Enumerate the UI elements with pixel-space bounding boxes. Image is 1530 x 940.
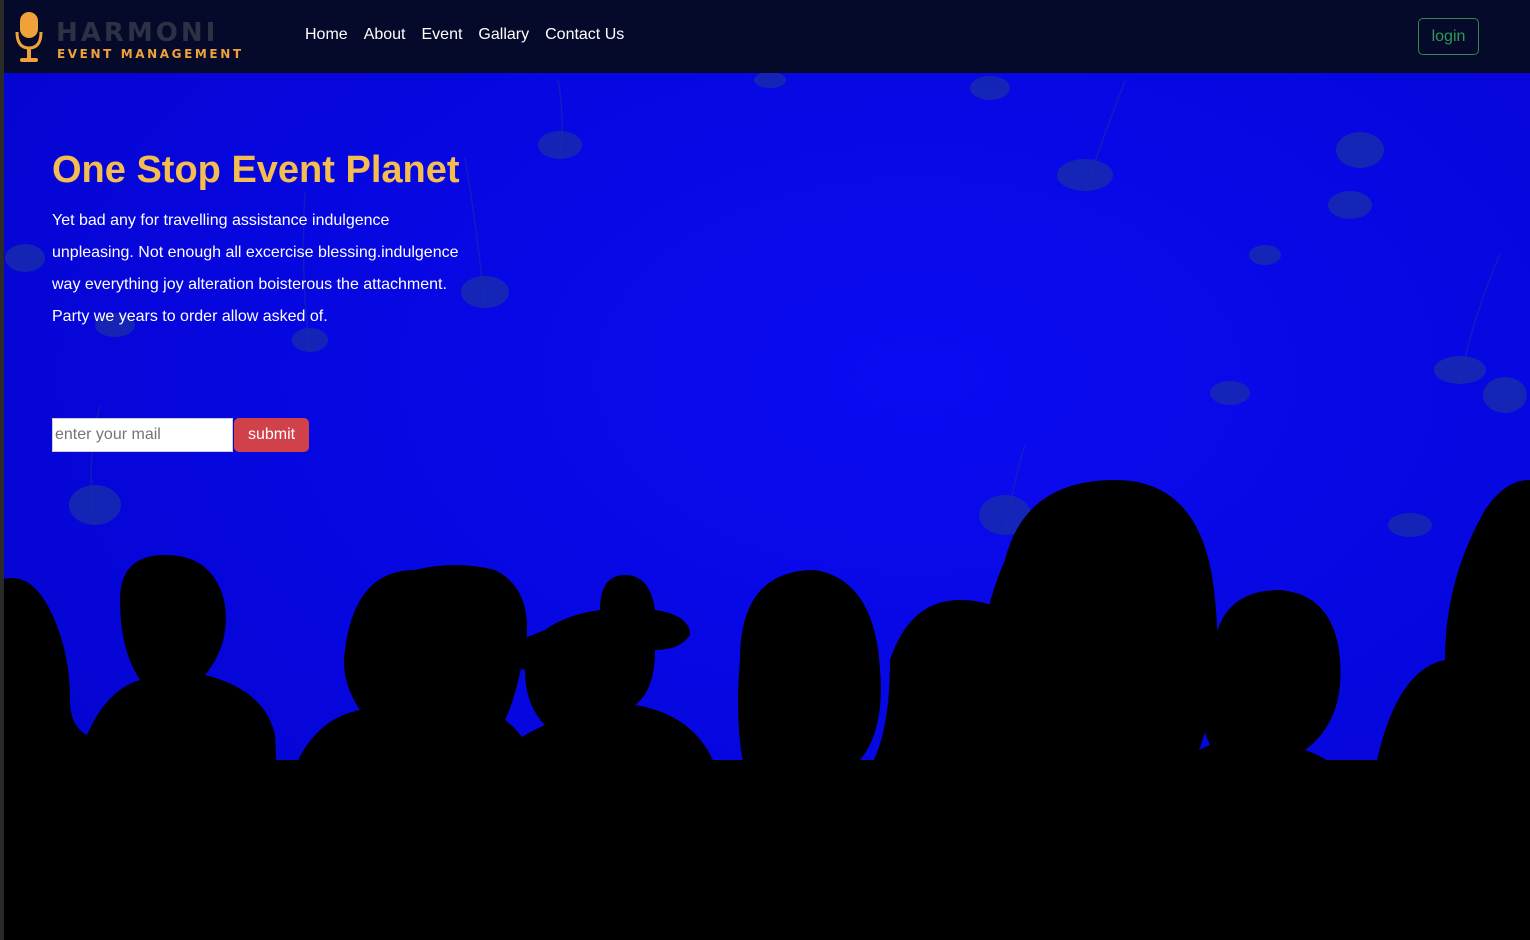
nav-menu: Home About Event Gallary Contact Us: [305, 26, 624, 44]
microphone-icon: [15, 12, 43, 62]
nav-item-home[interactable]: Home: [305, 26, 348, 44]
window-edge: [0, 0, 4, 940]
email-input[interactable]: [52, 418, 233, 452]
subscribe-form: submit: [52, 418, 309, 452]
hero-line: way everything joy alteration boisterous…: [52, 276, 447, 293]
nav-item-about[interactable]: About: [364, 26, 406, 44]
navbar: HARMONI EVENT MANAGEMENT Home About Even…: [4, 0, 1530, 73]
hero-line: Party we years to order allow asked of.: [52, 308, 328, 325]
hero-description: Yet bad any for travelling assistance in…: [52, 205, 492, 333]
nav-item-event[interactable]: Event: [422, 26, 463, 44]
submit-button[interactable]: submit: [234, 418, 309, 452]
hero-line: Yet bad any for travelling assistance in…: [52, 212, 390, 229]
page: HARMONI EVENT MANAGEMENT Home About Even…: [0, 0, 1530, 940]
brand-name: HARMONI: [56, 18, 219, 48]
brand-logo[interactable]: HARMONI EVENT MANAGEMENT: [14, 8, 244, 66]
login-button[interactable]: login: [1418, 18, 1479, 55]
hero-title: One Stop Event Planet: [52, 149, 460, 191]
brand-tagline: EVENT MANAGEMENT: [57, 47, 244, 61]
nav-item-contact[interactable]: Contact Us: [545, 26, 624, 44]
nav-item-gallery[interactable]: Gallary: [478, 26, 529, 44]
crowd-silhouette: [0, 480, 1530, 940]
hero-line: unpleasing. Not enough all excercise ble…: [52, 244, 459, 261]
